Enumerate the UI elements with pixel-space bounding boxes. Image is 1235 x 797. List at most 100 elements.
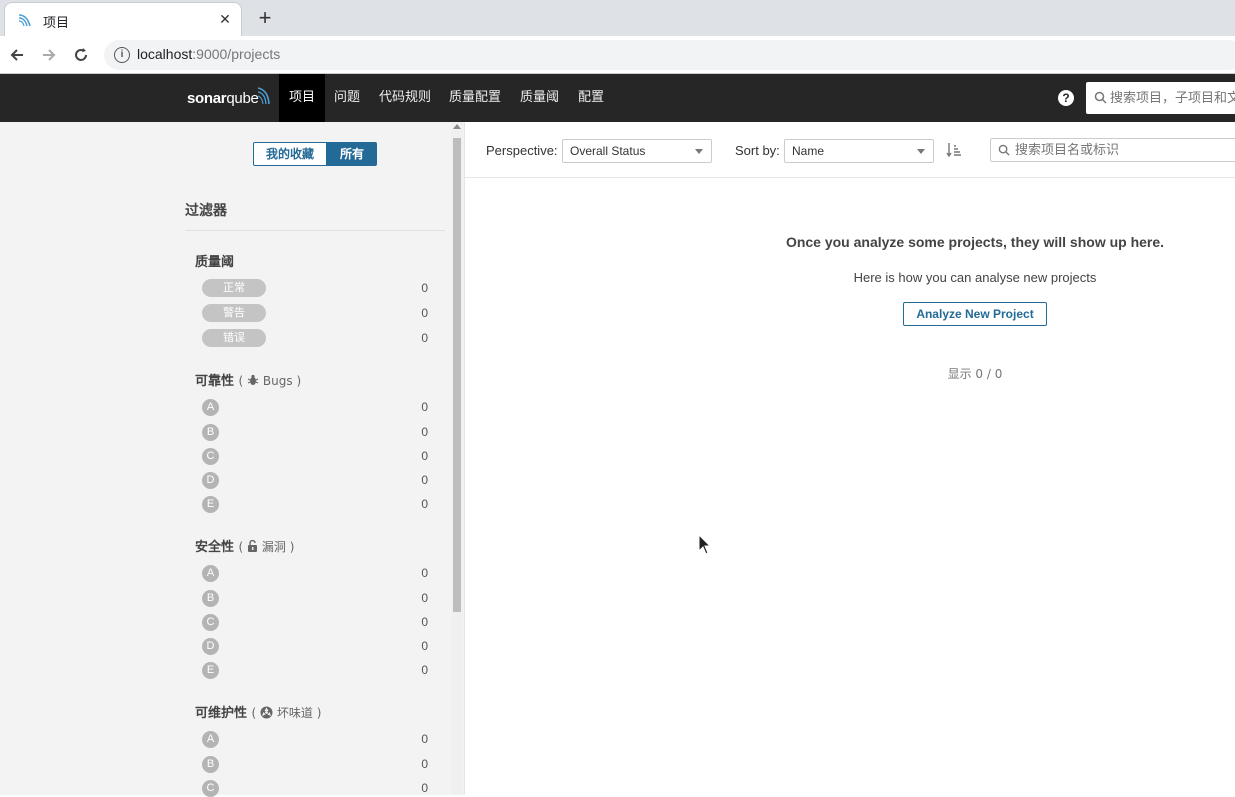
quality-gate-warn-option[interactable]: 警告 [202,304,266,322]
divider [185,230,445,231]
url-text: localhost:9000/projects [137,46,280,62]
maintainability-rating-b[interactable]: B [202,756,219,773]
logo-text-thin: qube [226,90,259,107]
reliability-rating-c[interactable]: C [202,448,219,465]
project-search-box[interactable] [990,138,1235,162]
new-tab-button[interactable]: + [252,6,278,32]
scroll-up-arrow-icon[interactable] [453,124,461,129]
reliability-paren-close: ) [296,374,302,388]
quality-gate-ok-option[interactable]: 正常 [202,279,266,297]
nav-quality-profiles[interactable]: 质量配置 [439,74,511,122]
scrollbar-thumb[interactable] [453,138,461,612]
global-search-box[interactable] [1086,82,1235,114]
maintainability-rating-a[interactable]: A [202,731,219,748]
security-filter-title: 安全性 ( 漏洞 ) [195,536,294,555]
logo-text-bold: sonar [187,90,227,107]
bug-icon [247,374,259,385]
lock-icon [248,539,258,552]
logo-text: sonarqube [187,90,259,107]
security-count-b: 0 [421,591,428,605]
reliability-rating-b[interactable]: B [202,424,219,441]
reliability-count-e: 0 [421,497,428,511]
reliability-count-c: 0 [421,449,428,463]
reliability-rating-d[interactable]: D [202,472,219,489]
nav-administration[interactable]: 配置 [568,74,614,122]
security-count-c: 0 [421,615,428,629]
maintainability-filter-title: 可维护性 ( 坏味道 ) [195,702,321,721]
browser-toolbar: i localhost:9000/projects [0,36,1235,74]
sort-label: Sort by: [735,143,780,158]
paging-info: 显示 0 / 0 [947,367,1003,381]
quality-gate-error-option[interactable]: 错误 [202,329,266,347]
reliability-count-b: 0 [421,425,428,439]
projects-main: Perspective: Overall Status Sort by: Nam… [465,122,1235,795]
address-bar[interactable]: i localhost:9000/projects [104,40,1235,70]
chevron-down-icon [917,149,925,154]
maintainability-sub-label: 坏味道 [276,706,313,720]
search-icon [1094,91,1107,104]
nav-projects[interactable]: 项目 [279,74,326,122]
filters-heading: 过滤器 [185,203,227,219]
reload-icon[interactable] [70,44,92,66]
security-count-e: 0 [421,663,428,677]
security-sub-label: 漏洞 [261,540,286,554]
nav-issues[interactable]: 问题 [324,74,370,122]
url-path: :9000/projects [192,46,281,62]
reliability-count-d: 0 [421,473,428,487]
security-count-d: 0 [421,639,428,653]
maintainability-count-c: 0 [421,781,428,795]
security-rating-d[interactable]: D [202,638,219,655]
global-search-input[interactable] [1110,88,1235,108]
all-button[interactable]: 所有 [327,142,378,166]
mouse-cursor-icon [698,534,712,555]
security-title-text: 安全性 [195,540,235,555]
perspective-label: Perspective: [486,143,558,158]
help-icon[interactable]: ? [1058,90,1074,106]
reliability-rating-e[interactable]: E [202,496,219,513]
reliability-paren-open: ( [238,374,244,388]
security-rating-b[interactable]: B [202,590,219,607]
forward-arrow-icon[interactable] [38,44,60,66]
quality-gate-filter-title: 质量阈 [195,255,235,270]
reliability-count-a: 0 [421,400,428,414]
reliability-title-text: 可靠性 [195,374,235,389]
code-smell-icon [260,706,273,719]
maintainability-paren-close: ) [316,706,322,720]
sonar-waves-icon [257,87,270,105]
project-search-input[interactable] [1015,141,1235,159]
reliability-filter-title: 可靠性 ( Bugs ) [195,370,301,389]
global-navbar: sonarqube 项目 问题 代码规则 质量配置 质量阈 配置 ? [0,74,1235,122]
security-rating-e[interactable]: E [202,662,219,679]
empty-state-subtitle: Here is how you can analyse new projects [853,270,1097,285]
search-icon [998,144,1010,156]
favorites-all-toggle: 我的收藏 所有 [253,142,378,166]
sort-select[interactable]: Name [784,139,934,163]
perspective-select[interactable]: Overall Status [562,139,712,163]
maintainability-count-a: 0 [421,732,428,746]
filters-sidebar: 我的收藏 所有 过滤器 质量阈 正常 0 警告 0 错误 0 可靠性 ( Bug… [0,122,465,797]
sonarqube-favicon-icon [18,14,31,27]
analyze-new-project-button[interactable]: Analyze New Project [903,302,1047,326]
sidebar-scrollbar[interactable] [451,122,463,795]
tab-close-icon[interactable]: ✕ [217,11,233,27]
security-paren-open: ( [238,540,244,554]
browser-tab[interactable]: 项目 ✕ [4,2,242,36]
favorites-button[interactable]: 我的收藏 [253,142,328,166]
maintainability-paren-open: ( [251,706,257,720]
quality-gate-warn-count: 0 [421,306,428,320]
maintainability-rating-c[interactable]: C [202,780,219,797]
back-arrow-icon[interactable] [6,44,28,66]
nav-rules[interactable]: 代码规则 [369,74,441,122]
security-count-a: 0 [421,566,428,580]
security-rating-c[interactable]: C [202,614,219,631]
reliability-sub-label: Bugs [262,374,293,388]
nav-quality-gates[interactable]: 质量阈 [510,74,569,122]
site-info-icon[interactable]: i [114,47,130,63]
security-rating-a[interactable]: A [202,565,219,582]
chevron-down-icon [695,149,703,154]
maintainability-count-b: 0 [421,757,428,771]
projects-toolbar: Perspective: Overall Status Sort by: Nam… [465,122,1235,178]
reliability-rating-a[interactable]: A [202,399,219,416]
security-paren-close: ) [289,540,295,554]
sort-order-icon[interactable] [946,142,962,158]
